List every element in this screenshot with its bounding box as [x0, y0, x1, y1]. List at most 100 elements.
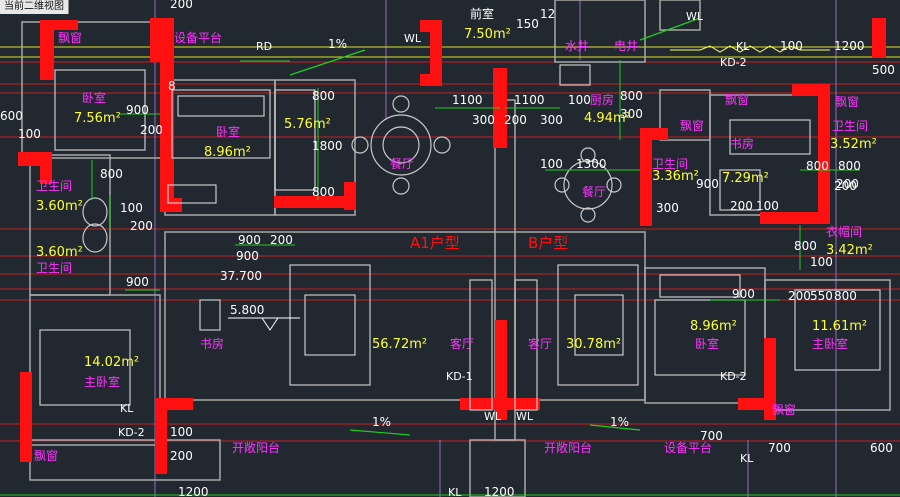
room-label-bay-window-right-a: 飘窗 [725, 93, 749, 107]
dimension-text: 1300 [576, 157, 607, 171]
dimension-text: 100 [756, 199, 779, 213]
dimension-text: 600 [870, 441, 893, 455]
dimension-text: 200 [270, 233, 293, 247]
floor-plan-canvas[interactable]: 飘窗 设备平台 前室 7.50m² 水井 电井卧室 7.56m² 卧室 8.96m² 5.76m²… [0, 0, 900, 497]
area-label-bath-left-b: 3.60m² [36, 245, 83, 260]
dimension-text: 1100 [514, 93, 545, 107]
room-label-study-right: 书房 [730, 136, 754, 151]
dimension-text: 800 [806, 159, 829, 173]
dimension-text: 100 [120, 201, 143, 215]
dimension-text: 800 [620, 89, 643, 103]
dimension-text: 800 [312, 185, 335, 199]
dimension-text: 150 [516, 17, 539, 31]
dimension-text: 600 [0, 109, 23, 123]
slope-label-c: 1% [610, 415, 629, 429]
dimension-text: 900 [732, 287, 755, 301]
room-label-bay-window-bottom-left: 飘窗 [34, 449, 58, 463]
room-label-dining-b: 餐厅 [582, 184, 606, 199]
dimension-text: 800 [838, 159, 861, 173]
wl-label-d: WL [516, 410, 534, 423]
dimension-text: 900 [126, 103, 149, 117]
dimension-text: 900 [696, 177, 719, 191]
rd-label: RD [256, 40, 272, 53]
elevation-label-top: 37.700 [220, 269, 262, 283]
dimension-text: 1200 [484, 485, 515, 497]
room-label-master-left: 主卧室 [84, 374, 120, 389]
room-label-dining-a: 餐厅 [390, 156, 414, 171]
dimension-text: 900 [238, 233, 261, 247]
room-label-living-a: 客厅 [450, 336, 474, 351]
slope-label-a: 1% [328, 37, 347, 51]
room-label-bay-window: 飘窗 [58, 31, 82, 45]
room-label-bedroom-mid: 卧室 [216, 124, 240, 139]
room-label-master-right: 主卧室 [812, 336, 848, 351]
kl-label-a: KL [736, 40, 750, 53]
elevation-marker [228, 317, 300, 331]
room-label-kitchen: 厨房 [590, 92, 614, 107]
room-label-front-room: 前室 [470, 6, 494, 21]
dimension-text: 200 [130, 219, 153, 233]
room-label-bay-window-bottom-right: 飘窗 [772, 403, 796, 417]
kd2-label-a: KD-2 [720, 56, 747, 69]
dimension-text: 1200 [178, 485, 209, 497]
room-label-equipment-platform: 设备平台 [174, 30, 222, 45]
dimension-text: 12 [540, 7, 555, 21]
dimension-text: 100 [780, 39, 803, 53]
area-label-living-a: 56.72m² [372, 337, 427, 352]
room-label-bath-left-b: 卫生间 [36, 261, 72, 275]
dimension-text: 200 [836, 177, 859, 191]
slope-label-b: 1% [372, 415, 391, 429]
dimension-text: 200 [170, 0, 193, 11]
area-label-bedroom-right: 8.96m² [690, 319, 737, 334]
room-label-study-left: 书房 [200, 336, 224, 351]
room-label-bath-left-a: 卫生间 [36, 179, 72, 193]
area-label-master-right: 11.61m² [812, 319, 867, 334]
dimension-text: 700 [700, 429, 723, 443]
dimension-text: 200 [504, 113, 527, 127]
dimension-text: 8 [168, 79, 176, 93]
room-label-water-well: 水井 [565, 39, 589, 53]
room-label-bedroom-left: 卧室 [82, 90, 106, 105]
dimension-text: 800 [794, 239, 817, 253]
area-label-bedroom-left: 7.56m² [74, 111, 121, 126]
dimension-text: 300 [472, 113, 495, 127]
kl-label-d: KL [740, 452, 754, 465]
wl-label-c: WL [484, 410, 502, 423]
area-label-master-left: 14.02m² [84, 355, 139, 370]
room-label-electric-well: 电井 [614, 39, 638, 53]
dimension-text: 200 [788, 289, 811, 303]
cad-viewport[interactable]: 飘窗 设备平台 前室 7.50m² 水井 电井 卧室 7.56m² 卧室 8.96m² 5.76m²… [0, 0, 900, 497]
room-label-living-b: 客厅 [528, 336, 552, 351]
dimension-text: 300 [540, 113, 563, 127]
dimension-text: 550 [810, 289, 833, 303]
kd2-label-b: KD-2 [118, 426, 145, 439]
drawing-tab[interactable]: 当前二维视图 [0, 0, 69, 14]
unit-label-b: B户型 [528, 234, 568, 252]
dimension-text: 800 [834, 289, 857, 303]
room-label-balcony-b: 开敞阳台 [544, 440, 592, 455]
room-label-bay-window-right-b: 飘窗 [835, 95, 859, 109]
dimension-text: 200 [170, 449, 193, 463]
dimension-text: 1800 [312, 139, 343, 153]
wl-label-a: WL [404, 32, 422, 45]
dimension-text: 1200 [834, 39, 865, 53]
dimension-text: 100 [170, 425, 193, 439]
unit-label-a1: A1户型 [410, 234, 460, 252]
dimension-text: 500 [872, 63, 895, 77]
kl-label-c: KL [448, 486, 462, 497]
room-label-balcony-a: 开敞阳台 [232, 440, 280, 455]
area-label-bedroom-mid: 8.96m² [204, 145, 251, 160]
dimension-text: 200 [140, 123, 163, 137]
dimension-text: 900 [236, 249, 259, 263]
area-label-store: 5.76m² [284, 117, 331, 132]
area-label-study-right: 7.29m² [722, 171, 769, 186]
dimension-text: 300 [656, 201, 679, 215]
dimension-text: 100 [540, 157, 563, 171]
room-label-bedroom-right: 卧室 [695, 336, 719, 351]
kl-label-b: KL [120, 402, 134, 415]
area-label-bath-far-right: 3.52m² [830, 137, 877, 152]
dimension-text: 100 [568, 93, 591, 107]
room-label-bay-window-mid: 飘窗 [680, 119, 704, 133]
dimension-text: 300 [620, 107, 643, 121]
dimension-text: 1100 [452, 93, 483, 107]
